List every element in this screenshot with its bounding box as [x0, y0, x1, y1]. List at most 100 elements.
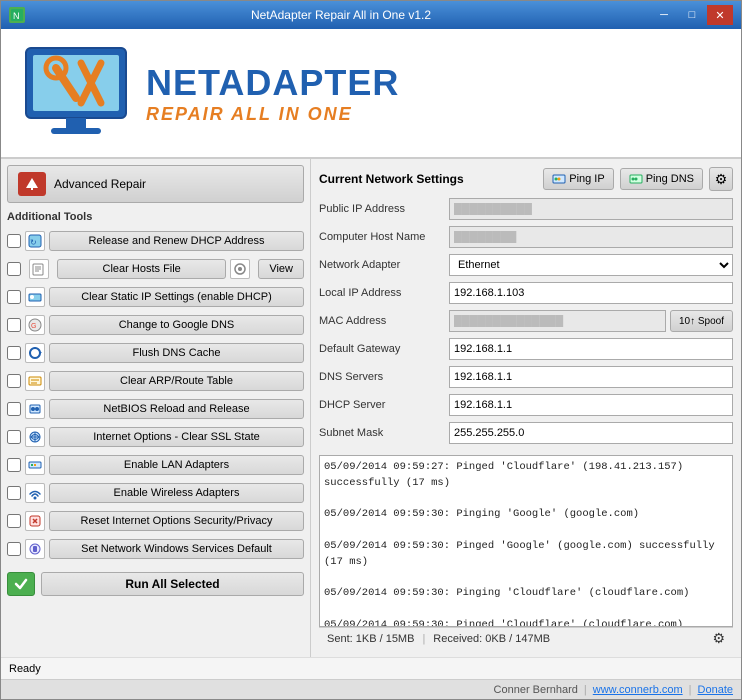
brand-text: NETADAPTER REPAIR ALL IN ONE — [146, 62, 399, 125]
btn-clear-hosts[interactable]: Clear Hosts File — [57, 259, 226, 279]
checkbox-hosts[interactable] — [7, 262, 21, 276]
btn-network-services[interactable]: Set Network Windows Services Default — [49, 539, 304, 559]
icon-internet-options — [25, 427, 45, 447]
checkbox-internet-options[interactable] — [7, 430, 21, 444]
tool-row-reset-internet: Reset Internet Options Security/Privacy — [7, 507, 304, 535]
settings-gear-button[interactable]: ⚙ — [709, 167, 733, 191]
field-row-dhcp-server: DHCP Server — [319, 393, 733, 417]
tool-row-wireless: Enable Wireless Adapters — [7, 479, 304, 507]
gateway-input[interactable] — [449, 338, 733, 360]
log-entry: 05/09/2014 09:59:30: Pinging 'Google' (g… — [324, 507, 728, 523]
footer-website[interactable]: www.connerb.com — [593, 684, 683, 696]
dhcp-server-input[interactable] — [449, 394, 733, 416]
field-row-gateway: Default Gateway — [319, 337, 733, 361]
close-button[interactable]: ✕ — [707, 5, 733, 25]
checkbox-wireless[interactable] — [7, 486, 21, 500]
footer-donate[interactable]: Donate — [698, 684, 733, 696]
window-title: NetAdapter Repair All in One v1.2 — [31, 8, 651, 22]
btn-flush-dns[interactable]: Flush DNS Cache — [49, 343, 304, 363]
field-row-local-ip: Local IP Address — [319, 281, 733, 305]
main-content: Advanced Repair Additional Tools ↻ Relea… — [1, 159, 741, 657]
log-entry: 05/09/2014 09:59:30: Pinged 'Cloudflare'… — [324, 618, 728, 628]
header-area: NETADAPTER REPAIR ALL IN ONE — [1, 29, 741, 159]
checkbox-flush-dns[interactable] — [7, 346, 21, 360]
log-entry: 05/09/2014 09:59:30: Pinging 'Cloudflare… — [324, 586, 728, 602]
tool-row-static-ip: Clear Static IP Settings (enable DHCP) — [7, 283, 304, 311]
local-ip-input[interactable] — [449, 282, 733, 304]
brand-logo-icon — [21, 43, 131, 143]
dns-input[interactable] — [449, 366, 733, 388]
btn-reset-internet[interactable]: Reset Internet Options Security/Privacy — [49, 511, 304, 531]
spoof-button[interactable]: 10↑ Spoof — [670, 310, 733, 332]
log-entry: 05/09/2014 09:59:30: Pinged 'Google' (go… — [324, 539, 728, 571]
run-all-button[interactable]: Run All Selected — [41, 572, 304, 596]
ready-bar: Ready — [1, 657, 741, 679]
ping-ip-button[interactable]: Ping IP — [543, 168, 613, 190]
brand-main-text: NETADAPTER — [146, 62, 399, 104]
btn-view[interactable]: View — [258, 259, 304, 279]
gear-icon: ⚙ — [715, 171, 728, 188]
run-all-row: Run All Selected — [7, 569, 304, 599]
right-panel: Current Network Settings Ping IP — [311, 159, 741, 657]
hostname-label: Computer Host Name — [319, 231, 449, 243]
ping-dns-button[interactable]: Ping DNS — [620, 168, 703, 190]
gateway-label: Default Gateway — [319, 343, 449, 355]
settings-icon-small[interactable]: ⚙ — [712, 630, 725, 647]
minimize-button[interactable]: ─ — [651, 5, 677, 25]
icon-network-services — [25, 539, 45, 559]
footer-bar: Conner Bernhard | www.connerb.com | Dona… — [1, 679, 741, 699]
checkbox-reset-internet[interactable] — [7, 514, 21, 528]
additional-tools-label: Additional Tools — [7, 211, 304, 223]
tool-row-flush-dns: Flush DNS Cache — [7, 339, 304, 367]
btn-clear-arp[interactable]: Clear ARP/Route Table — [49, 371, 304, 391]
svg-text:↻: ↻ — [30, 238, 37, 247]
svg-text:G: G — [31, 323, 36, 330]
received-status: Received: 0KB / 147MB — [433, 633, 550, 645]
public-ip-input[interactable] — [449, 198, 733, 220]
hostname-input[interactable] — [449, 226, 733, 248]
btn-internet-options[interactable]: Internet Options - Clear SSL State — [49, 427, 304, 447]
btn-google-dns[interactable]: Change to Google DNS — [49, 315, 304, 335]
brand-sub-text: REPAIR ALL IN ONE — [146, 104, 399, 125]
field-row-public-ip: Public IP Address — [319, 197, 733, 221]
left-panel: Advanced Repair Additional Tools ↻ Relea… — [1, 159, 311, 657]
maximize-button[interactable]: □ — [679, 5, 705, 25]
app-icon: N — [9, 7, 25, 23]
mac-input[interactable] — [449, 310, 666, 332]
checkbox-arp[interactable] — [7, 374, 21, 388]
tool-row-netbios: NetBIOS Reload and Release — [7, 395, 304, 423]
icon-arp — [25, 371, 45, 391]
adapter-select[interactable]: Ethernet — [449, 254, 733, 276]
field-row-mac: MAC Address 10↑ Spoof — [319, 309, 733, 333]
footer-separator: | — [689, 684, 692, 696]
checkbox-netbios[interactable] — [7, 402, 21, 416]
ready-text: Ready — [9, 663, 41, 675]
icon-hosts — [29, 259, 49, 279]
main-window: N NetAdapter Repair All in One v1.2 ─ □ … — [0, 0, 742, 700]
checkbox-google-dns[interactable] — [7, 318, 21, 332]
icon-reset-internet — [25, 511, 45, 531]
btn-netbios[interactable]: NetBIOS Reload and Release — [49, 399, 304, 419]
advanced-repair-icon — [18, 172, 46, 196]
btn-enable-wireless[interactable]: Enable Wireless Adapters — [49, 483, 304, 503]
log-area[interactable]: 05/09/2014 09:59:27: Pinged 'Cloudflare'… — [319, 455, 733, 627]
field-row-adapter: Network Adapter Ethernet — [319, 253, 733, 277]
checkbox-lan[interactable] — [7, 458, 21, 472]
checkbox-static-ip[interactable] — [7, 290, 21, 304]
btn-clear-static-ip[interactable]: Clear Static IP Settings (enable DHCP) — [49, 287, 304, 307]
tool-row-dhcp: ↻ Release and Renew DHCP Address — [7, 227, 304, 255]
public-ip-label: Public IP Address — [319, 203, 449, 215]
tool-row-network-services: Set Network Windows Services Default — [7, 535, 304, 563]
tool-row-lan: Enable LAN Adapters — [7, 451, 304, 479]
checkbox-network-services[interactable] — [7, 542, 21, 556]
checkbox-dhcp[interactable] — [7, 234, 21, 248]
icon-flush-dns — [25, 343, 45, 363]
btn-release-renew-dhcp[interactable]: Release and Renew DHCP Address — [49, 231, 304, 251]
advanced-repair-button[interactable]: Advanced Repair — [7, 165, 304, 203]
sent-status: Sent: 1KB / 15MB — [327, 633, 414, 645]
btn-enable-lan[interactable]: Enable LAN Adapters — [49, 455, 304, 475]
tool-row-google-dns: G Change to Google DNS — [7, 311, 304, 339]
subnet-input[interactable] — [449, 422, 733, 444]
advanced-repair-label: Advanced Repair — [54, 177, 146, 191]
icon-static-ip — [25, 287, 45, 307]
